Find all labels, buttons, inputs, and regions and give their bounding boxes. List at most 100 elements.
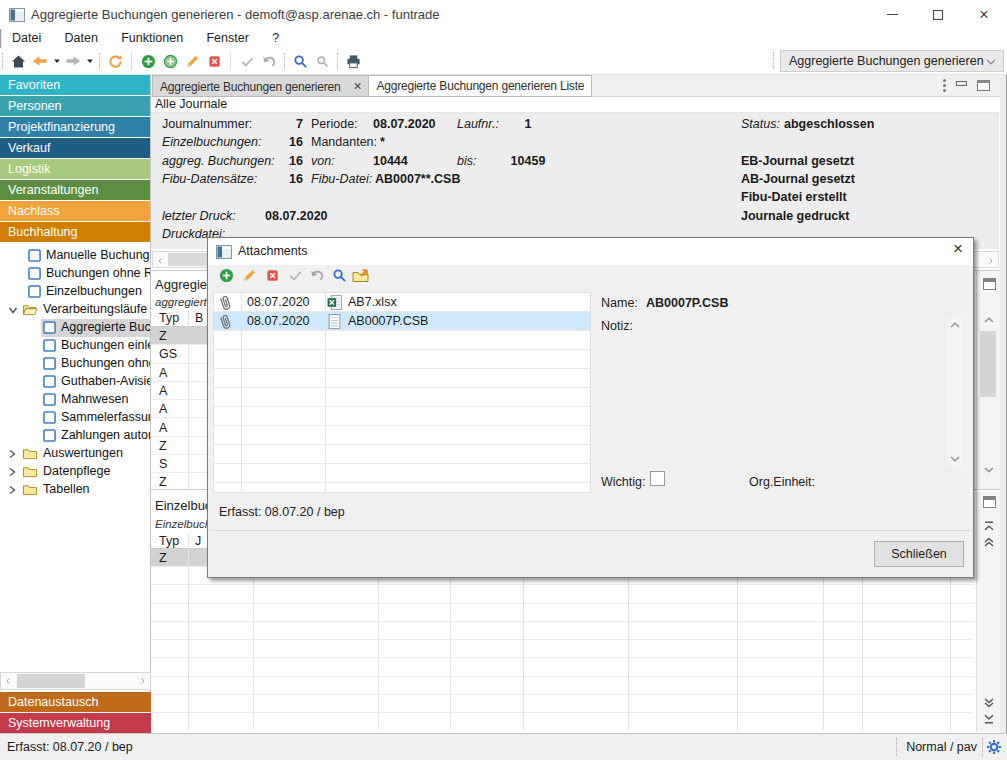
undo-icon[interactable] [258,54,280,69]
schliessen-button[interactable]: Schließen [874,541,964,567]
mandanten-label: Mandanten: [311,135,377,149]
tree-item-selected[interactable]: Aggregierte Buchungen generieren [0,319,150,337]
scroll-first-icon[interactable] [983,520,995,532]
scroll-right-icon[interactable] [140,675,146,687]
add-icon[interactable] [215,268,237,283]
dialog-close-icon[interactable]: × [953,239,963,259]
tree-item-folder[interactable]: Verarbeitungsläufe [0,301,150,319]
forward-menu-icon[interactable] [84,57,95,65]
tree-item[interactable]: Guthaben-Avisieru [0,373,150,391]
attachment-row[interactable]: 08.07.2020 AB7.xlsx [214,293,590,312]
menu-funktionen[interactable]: Funktionen [111,29,193,45]
sidebar-section-systemverwaltung[interactable]: Systemverwaltung [0,713,151,733]
sidebar-section-personen[interactable]: Personen [0,96,150,116]
scroll-down-icon[interactable] [950,456,960,462]
tree-item[interactable]: Buchungen ohne Refe [0,265,150,283]
tree-item[interactable]: Manuelle Buchungen [0,247,150,265]
sidebar-section-buchhaltung[interactable]: Buchhaltung [0,222,150,242]
menu-fenster[interactable]: Fenster [196,29,258,45]
menu-help[interactable]: ? [262,29,289,45]
tab-aggregierte-buchungen-generieren[interactable]: Aggregierte Buchungen generieren× [152,75,369,97]
sidebar-section-verkauf[interactable]: Verkauf [0,138,150,158]
menu-datei[interactable]: Datei [2,29,51,45]
wichtig-checkbox[interactable] [650,471,665,486]
sidebar-section-logistik[interactable]: Logistik [0,159,150,179]
confirm-icon[interactable] [284,268,306,283]
collapse-icon[interactable] [956,81,967,86]
window-panel-icon[interactable] [977,80,990,91]
tree-item[interactable]: Sammelerfassung S [0,409,150,427]
sidebar-section-nachlass[interactable]: Nachlass [0,201,150,221]
tab-aggregierte-buchungen-generieren-liste[interactable]: Aggregierte Buchungen generieren Liste [368,75,592,97]
chevron-right-icon[interactable] [8,449,16,459]
back-menu-icon[interactable] [51,57,62,65]
tree-item[interactable]: Buchungen einlese [0,337,150,355]
node-icon [43,339,56,352]
delete-icon[interactable] [203,54,225,69]
add-alt-icon[interactable] [159,54,181,69]
tree-item-folder[interactable]: Datenpflege [0,463,150,481]
tree-item[interactable]: Einzelbuchungen [0,283,150,301]
forward-icon[interactable] [62,53,84,69]
edit-icon[interactable] [181,54,203,69]
node-icon [28,249,41,262]
refresh-icon[interactable] [104,54,126,69]
tree-item-folder[interactable]: Tabellen [0,481,150,499]
print-icon[interactable] [342,54,364,69]
search-icon[interactable] [289,54,311,69]
page-up-icon[interactable] [983,536,995,548]
sidebar: Favoriten Personen Projektfinanzierung V… [0,75,151,733]
home-icon[interactable] [7,54,29,69]
panel-maximize-icon[interactable] [983,496,996,508]
tree-item[interactable]: Zahlungen automat [0,427,150,445]
node-icon [28,285,41,298]
undo-icon[interactable] [306,268,328,283]
chevron-right-icon[interactable] [8,485,16,495]
scrollbar-thumb[interactable] [17,674,85,688]
search-icon[interactable] [328,268,350,283]
panel-maximize-icon[interactable] [983,278,996,290]
open-folder-icon[interactable] [350,268,372,283]
tab-close-icon[interactable]: × [353,78,361,94]
scroll-last-icon[interactable] [983,713,995,725]
close-button[interactable]: × [961,0,1007,29]
chevron-down-icon[interactable] [8,306,18,314]
status-line: EB-Journal gesetzt [741,154,854,168]
settings-gear-icon[interactable] [986,739,1002,755]
tree-item-folder[interactable]: Auswertungen [0,445,150,463]
maximize-button[interactable] [915,0,961,29]
aggreg-buchungen-value: 16 [241,154,303,168]
confirm-icon[interactable] [236,54,258,69]
attachment-row-selected[interactable]: 08.07.2020 AB0007P.CSB [214,312,590,331]
edit-icon[interactable] [238,268,260,283]
tree-item[interactable]: Buchungen ohne R [0,355,150,373]
search-secondary-icon[interactable] [311,55,333,68]
sidebar-section-datenaustausch[interactable]: Datenaustausch [0,692,151,712]
dialog-toolbar [208,265,973,290]
notiz-scrollbar[interactable] [947,318,963,466]
program-dropdown[interactable]: Aggregierte Buchungen generieren [780,50,1004,72]
scroll-left-icon[interactable] [5,675,11,687]
add-icon[interactable] [137,54,159,69]
scroll-up-icon[interactable] [950,322,960,328]
menu-daten[interactable]: Daten [55,29,108,45]
vertical-scrollbar[interactable] [976,271,1000,489]
minimize-button[interactable] [869,0,915,29]
sidebar-horizontal-scrollbar[interactable] [0,672,151,690]
delete-icon[interactable] [261,268,283,283]
vertical-scrollbar[interactable] [976,492,1000,732]
page-down-icon[interactable] [983,697,995,709]
tab-menu-icon[interactable] [943,79,946,92]
tab-bar: Aggregierte Buchungen generieren× Aggreg… [151,75,1000,97]
back-icon[interactable] [29,53,51,69]
sidebar-section-favoriten[interactable]: Favoriten [0,75,150,95]
sidebar-section-projektfinanzierung[interactable]: Projektfinanzierung [0,117,150,137]
scrollbar-thumb[interactable] [980,331,996,397]
chevron-right-icon[interactable] [8,467,16,477]
scroll-up-icon[interactable] [984,317,994,323]
scroll-right-icon[interactable] [988,255,994,267]
scroll-left-icon[interactable] [157,255,163,267]
sidebar-section-veranstaltungen[interactable]: Veranstaltungen [0,180,150,200]
tree-item[interactable]: Mahnwesen [0,391,150,409]
scroll-down-icon[interactable] [984,467,994,473]
